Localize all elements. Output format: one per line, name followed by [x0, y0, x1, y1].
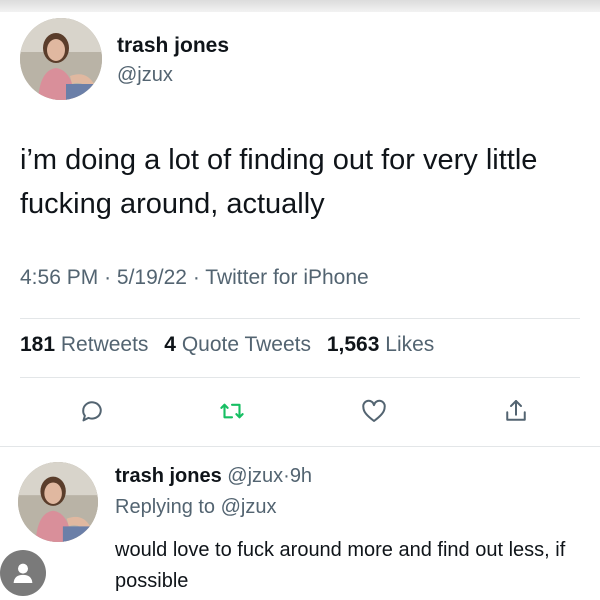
retweets-stat[interactable]: 181 Retweets [20, 333, 148, 356]
action-bar [0, 393, 600, 433]
reply-button[interactable] [74, 393, 110, 429]
avatar[interactable] [20, 18, 102, 100]
tweet-time[interactable]: 4:56 PM [20, 266, 98, 289]
profile-badge[interactable] [0, 550, 46, 596]
quotes-label: Quote Tweets [181, 333, 312, 356]
meta-separator: · [192, 266, 200, 289]
person-icon [13, 563, 33, 583]
tweet-screenshot: trash jones @jzux i’m doing a lot of fin… [0, 0, 600, 600]
quotes-count: 4 [164, 333, 176, 356]
replying-label: Replying to [115, 496, 216, 518]
tweet-meta: 4:56 PM · 5/19/22 · Twitter for iPhone [20, 266, 369, 290]
quotes-stat[interactable]: 4 Quote Tweets [164, 333, 311, 356]
reply-separator: · [283, 465, 290, 487]
share-button[interactable] [498, 393, 534, 429]
speech-bubble-icon [82, 401, 102, 422]
retweet-button[interactable] [214, 393, 250, 429]
share-upload-icon [506, 400, 526, 421]
retweets-count: 181 [20, 333, 56, 356]
likes-count: 1,563 [326, 333, 380, 356]
reply-display-name[interactable]: trash jones [115, 465, 222, 487]
user-handle[interactable]: @jzux [117, 64, 173, 87]
divider [20, 318, 580, 319]
meta-separator: · [104, 266, 112, 289]
retweet-arrows-icon [220, 403, 244, 419]
profile-photo-icon [20, 18, 102, 100]
reply-text: would love to fuck around more and find … [115, 539, 566, 592]
likes-label: Likes [385, 333, 435, 356]
tweet-date[interactable]: 5/19/22 [117, 266, 187, 289]
top-edge [0, 0, 600, 12]
profile-photo-icon [18, 462, 98, 542]
retweets-label: Retweets [60, 333, 149, 356]
replying-mention[interactable]: @jzux [221, 496, 277, 518]
engagement-stats: 181 Retweets 4 Quote Tweets 1,563 Likes [20, 333, 434, 357]
reply-age[interactable]: 9h [290, 465, 312, 487]
likes-stat[interactable]: 1,563 Likes [327, 333, 434, 356]
tweet-text: i’m doing a lot of finding out for very … [20, 144, 538, 220]
replying-to: Replying to @jzux [115, 496, 277, 519]
heart-icon [362, 399, 386, 422]
tweet-source[interactable]: Twitter for iPhone [205, 266, 368, 289]
divider [0, 446, 600, 447]
like-button[interactable] [356, 393, 392, 429]
display-name[interactable]: trash jones [117, 34, 229, 58]
reply-avatar[interactable] [18, 462, 98, 542]
divider [20, 377, 580, 378]
reply-header: trash jones @jzux·9h [115, 465, 312, 488]
reply-handle[interactable]: @jzux [227, 465, 283, 487]
